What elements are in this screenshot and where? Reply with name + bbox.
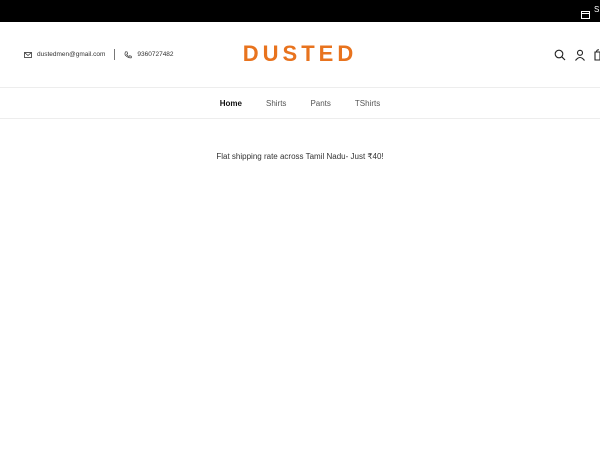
cart-icon[interactable] <box>594 48 600 61</box>
search-icon[interactable] <box>554 48 566 61</box>
account-icon[interactable] <box>574 48 586 61</box>
site-logo[interactable]: DUSTED <box>0 41 600 67</box>
calendar-icon <box>581 6 590 19</box>
site-header: dustedmen@gmail.com 9360727482 DUSTED <box>0 22 600 87</box>
shipping-announcement: Flat shipping rate across Tamil Nadu- Ju… <box>216 152 384 161</box>
nav-item-pants[interactable]: Pants <box>310 99 330 108</box>
nav-item-home[interactable]: Home <box>220 99 242 108</box>
topbar-text: S <box>594 5 600 14</box>
main-nav: Home Shirts Pants TShirts <box>0 87 600 119</box>
nav-item-tshirts[interactable]: TShirts <box>355 99 380 108</box>
header-actions <box>554 48 600 61</box>
announcement-topbar: S <box>0 0 600 22</box>
nav-item-shirts[interactable]: Shirts <box>266 99 286 108</box>
